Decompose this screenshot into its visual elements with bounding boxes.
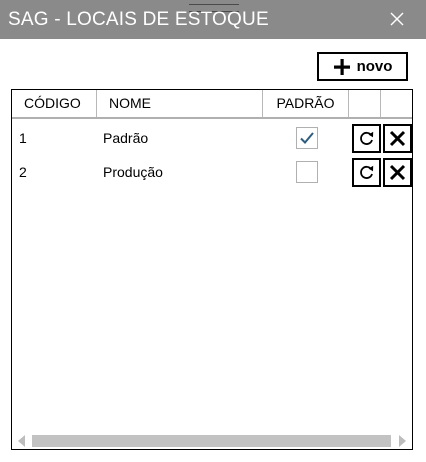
refresh-button[interactable] — [352, 124, 381, 153]
title-bar[interactable]: SAG - LOCAIS DE ESTOQUE — [0, 0, 426, 39]
delete-button[interactable] — [383, 124, 412, 153]
table-header: CÓDIGO NOME PADRÃO — [12, 90, 412, 119]
plus-icon — [333, 58, 350, 75]
cell-nome: Padrão — [103, 130, 149, 146]
delete-button[interactable] — [383, 158, 412, 187]
table-row[interactable]: 2 Produção — [12, 155, 412, 189]
cell-codigo: 1 — [19, 130, 27, 146]
delete-icon — [389, 130, 406, 147]
cell-nome: Produção — [103, 164, 163, 180]
scrollbar-thumb[interactable] — [32, 435, 391, 447]
new-button-label: novo — [356, 58, 393, 75]
column-header-codigo[interactable]: CÓDIGO — [12, 90, 97, 117]
padrao-checkbox[interactable] — [296, 161, 318, 183]
refresh-icon — [360, 165, 374, 179]
scroll-left-arrow-icon[interactable] — [18, 435, 25, 447]
column-header-delete — [381, 90, 412, 117]
table-row[interactable]: 1 Padrão — [12, 121, 412, 155]
new-button[interactable]: novo — [317, 52, 408, 81]
column-header-nome[interactable]: NOME — [97, 90, 263, 117]
window-title: SAG - LOCAIS DE ESTOQUE — [8, 9, 269, 30]
stock-locations-table[interactable]: CÓDIGO NOME PADRÃO 1 Padrão 2 Produção — [11, 89, 413, 450]
padrao-checkbox[interactable] — [296, 127, 318, 149]
close-icon[interactable] — [386, 8, 408, 30]
check-icon — [300, 132, 314, 144]
refresh-button[interactable] — [352, 158, 381, 187]
column-header-refresh — [349, 90, 381, 117]
refresh-icon — [360, 131, 374, 145]
scroll-right-arrow-icon[interactable] — [399, 435, 406, 447]
cell-codigo: 2 — [19, 164, 27, 180]
delete-icon — [389, 164, 406, 181]
horizontal-scrollbar[interactable] — [12, 431, 412, 449]
column-header-padrao[interactable]: PADRÃO — [263, 90, 349, 117]
